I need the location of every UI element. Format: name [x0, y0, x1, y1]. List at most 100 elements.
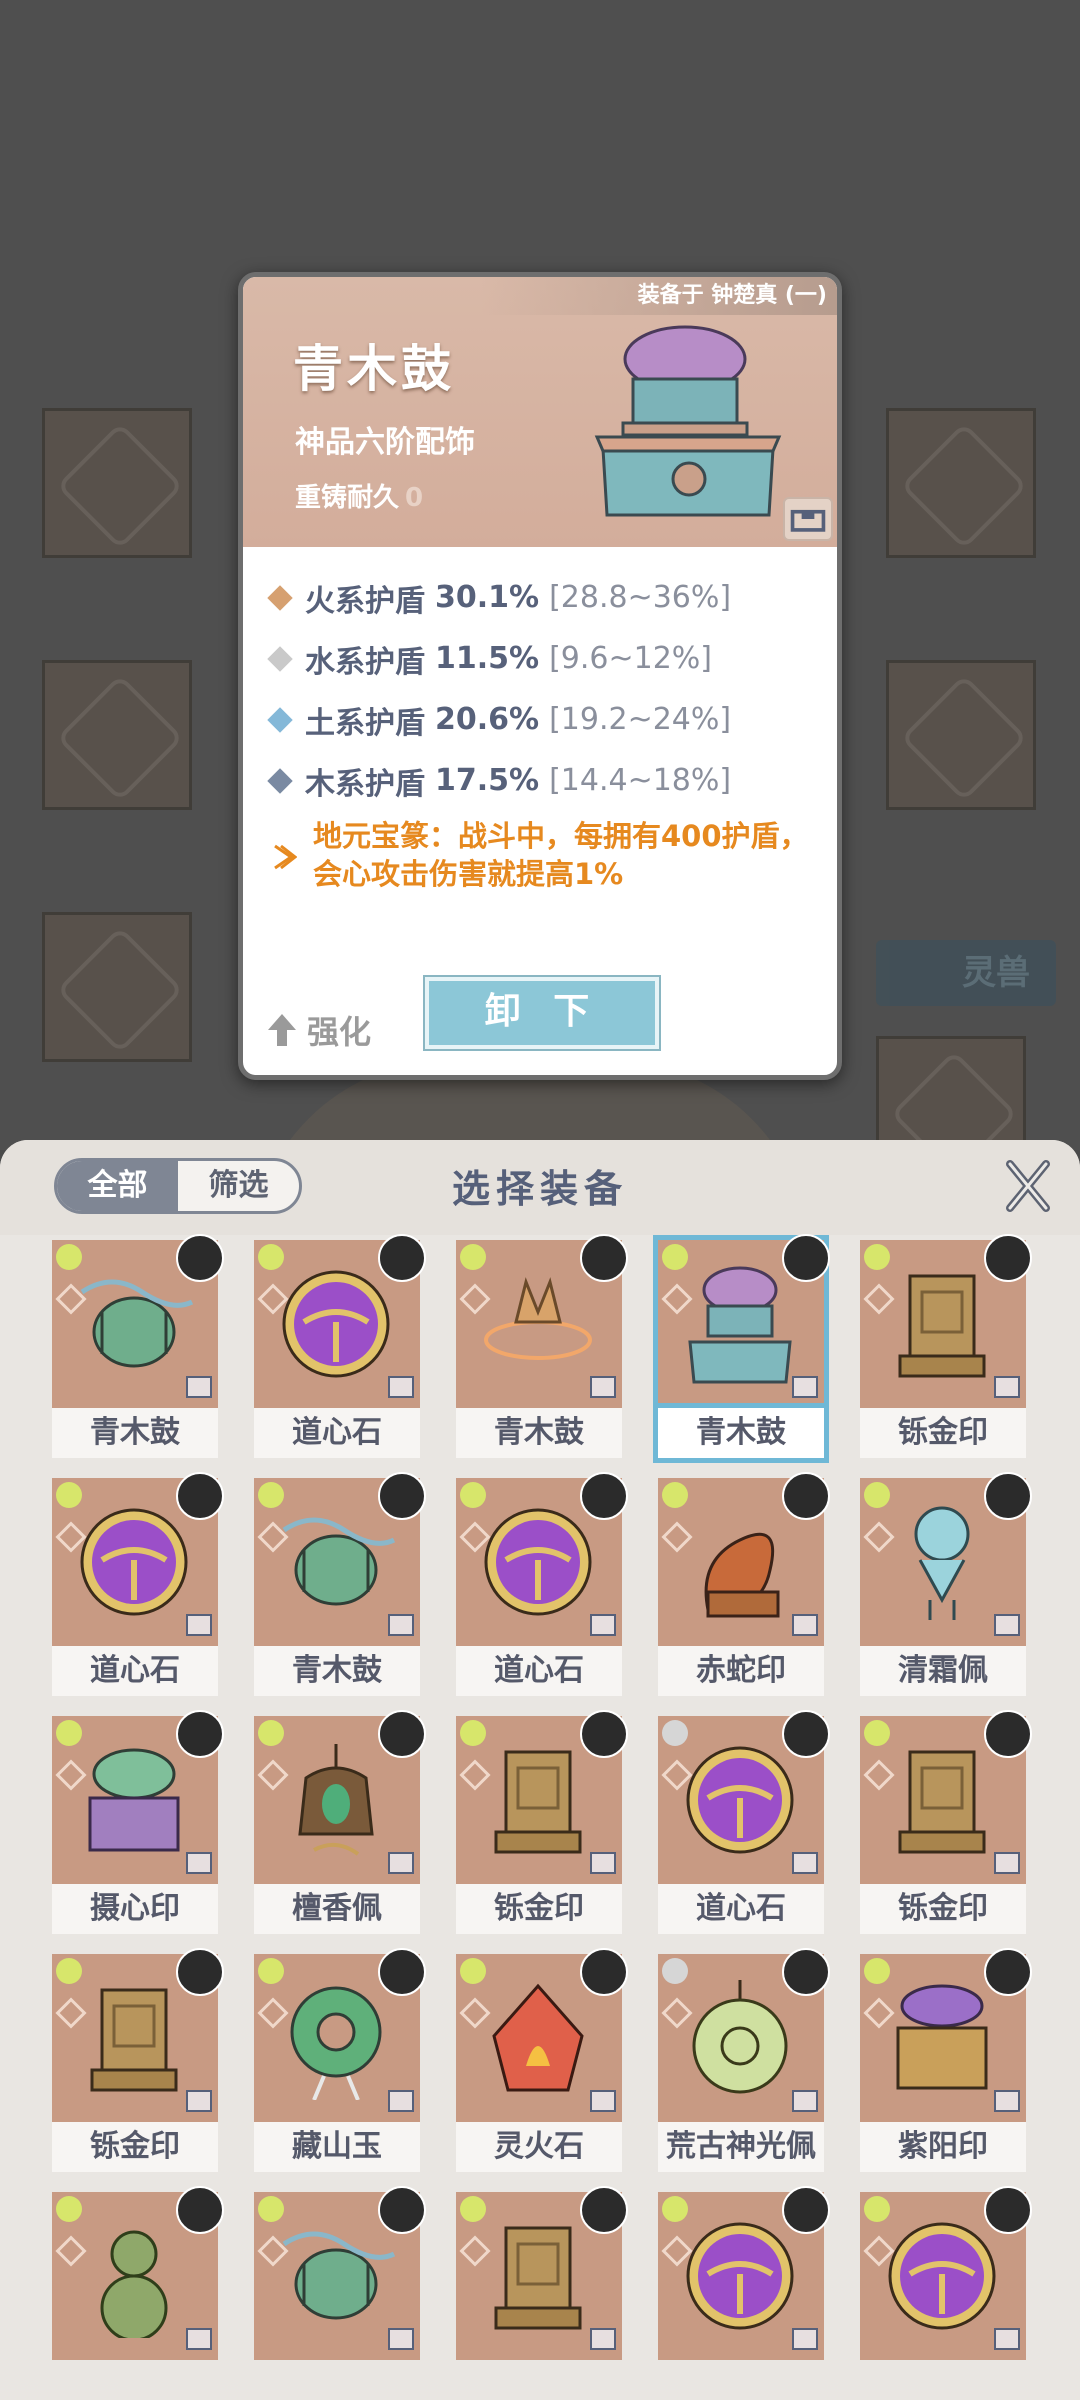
- equipment-slot[interactable]: [860, 2186, 1032, 2360]
- storage-icon: [388, 1614, 414, 1636]
- storage-icon: [792, 1852, 818, 1874]
- bg-equipment-slot: [42, 660, 192, 810]
- equipment-slot[interactable]: 清霜佩: [860, 1472, 1032, 1696]
- storage-icon: [590, 2328, 616, 2350]
- equipment-slot[interactable]: 铄金印: [860, 1710, 1032, 1934]
- equipment-slot[interactable]: 道心石: [658, 1710, 830, 1934]
- orb-icon: [686, 2222, 794, 2330]
- owner-avatar: [580, 1234, 628, 1282]
- equipment-slot[interactable]: 摄心印: [52, 1710, 224, 1934]
- close-icon[interactable]: [1004, 1158, 1052, 1214]
- owner-avatar: [378, 1948, 426, 1996]
- unequip-button[interactable]: 卸 下: [425, 977, 659, 1049]
- owner-avatar: [782, 2186, 830, 2234]
- equipment-grid: 青木鼓 道心石 青木鼓 青木鼓 铄金印 道心石 青木鼓 道心石 赤蛇印 清霜佩 摄心印 檀香佩 铄金印道…: [52, 1234, 1032, 2360]
- orb-icon: [80, 1508, 188, 1616]
- owner-avatar: [580, 1472, 628, 1520]
- equipment-label: 檀香佩: [254, 1884, 420, 1934]
- equipment-slot[interactable]: 铄金印: [52, 1948, 224, 2172]
- stat-range: [28.8~36%]: [549, 580, 732, 615]
- equipment-slot[interactable]: 铄金印: [860, 1234, 1032, 1458]
- stat-row-earth: 土系护盾 20.6% [19.2~24%]: [265, 689, 825, 750]
- equipment-label: 铄金印: [456, 1884, 622, 1934]
- arrow-up-icon: [268, 1014, 296, 1046]
- flame-icon: [484, 1277, 592, 1360]
- equipment-slot[interactable]: 赤蛇印: [658, 1472, 830, 1696]
- equipment-slot[interactable]: 青木鼓: [52, 1234, 224, 1458]
- owner-avatar: [378, 2186, 426, 2234]
- equipment-slot[interactable]: [658, 2186, 830, 2360]
- storage-icon[interactable]: [783, 497, 833, 541]
- equipment-slot[interactable]: 灵火石: [456, 1948, 628, 2172]
- stat-row-water: 水系护盾 11.5% [9.6~12%]: [265, 628, 825, 689]
- owner-avatar: [984, 1948, 1032, 1996]
- owner-avatar: [984, 1472, 1032, 1520]
- equipment-slot[interactable]: [52, 2186, 224, 2360]
- equipment-label: 荒古神光佩: [658, 2122, 824, 2172]
- owner-avatar: [984, 1234, 1032, 1282]
- equipment-slot[interactable]: [456, 2186, 628, 2360]
- stat-value: 20.6%: [435, 702, 540, 737]
- owner-avatar: [176, 2186, 224, 2234]
- storage-icon: [792, 1376, 818, 1398]
- equipment-slot[interactable]: 青木鼓: [658, 1234, 830, 1458]
- bg-equipment-slot: [886, 660, 1036, 810]
- storage-icon: [388, 2328, 414, 2350]
- equipment-slot[interactable]: 道心石: [52, 1472, 224, 1696]
- stat-name: 火系护盾: [305, 583, 425, 619]
- storage-icon: [792, 1614, 818, 1636]
- seal-icon: [898, 1274, 986, 1378]
- equipment-label: 道心石: [456, 1646, 622, 1696]
- equipment-slot[interactable]: 藏山玉: [254, 1948, 426, 2172]
- enhance-button[interactable]: 强化: [267, 1007, 371, 1053]
- drum-icon: [282, 2231, 396, 2320]
- drum-icon: [282, 1517, 396, 1606]
- bg-equipment-slot: [42, 912, 192, 1062]
- bg-equipment-slot: [876, 1036, 1026, 1150]
- equipped-bar: 装备于 钟楚真 (一): [243, 277, 837, 315]
- storage-icon: [590, 1376, 616, 1398]
- censer-icon: [594, 325, 782, 517]
- enhance-label: 强化: [307, 1013, 372, 1051]
- stat-name: 水系护盾: [305, 644, 425, 680]
- panel-title: 选择装备: [451, 1167, 628, 1211]
- seal-icon: [494, 2226, 582, 2330]
- stat-row-fire: 火系护盾 30.1% [28.8~36%]: [265, 567, 825, 628]
- durability-value: 0: [405, 483, 424, 513]
- equipment-label: 紫阳印: [860, 2122, 1026, 2172]
- storage-icon: [186, 1614, 212, 1636]
- checkmark-icon: [785, 1418, 819, 1449]
- equipment-slot[interactable]: 道心石: [254, 1234, 426, 1458]
- stat-range: [19.2~24%]: [549, 702, 732, 737]
- owner-avatar: [580, 1948, 628, 1996]
- bell-icon: [298, 1744, 374, 1856]
- equipment-slot[interactable]: [254, 2186, 426, 2360]
- storage-icon: [994, 1376, 1020, 1398]
- owner-avatar: [378, 1234, 426, 1282]
- storage-icon: [186, 2328, 212, 2350]
- equipment-slot[interactable]: 青木鼓: [254, 1472, 426, 1696]
- storage-icon: [186, 1376, 212, 1398]
- orb-icon: [282, 1270, 390, 1378]
- panel-header: 全部 筛选 选择装备: [0, 1140, 1080, 1235]
- storage-icon: [186, 1852, 212, 1874]
- stat-range: [14.4~18%]: [549, 763, 732, 798]
- jade-ring-icon: [290, 1986, 382, 2100]
- jade-box-icon: [88, 1748, 180, 1852]
- equipment-slot[interactable]: 青木鼓: [456, 1234, 628, 1458]
- equipment-slot[interactable]: 荒古神光佩: [658, 1948, 830, 2172]
- purple-box-icon: [896, 1984, 988, 2090]
- owner-avatar: [378, 1710, 426, 1758]
- water-element-icon: [267, 645, 293, 672]
- equipment-slot[interactable]: 紫阳印: [860, 1948, 1032, 2172]
- storage-icon: [792, 2090, 818, 2112]
- equipment-label: 藏山玉: [254, 2122, 420, 2172]
- snake-icon: [704, 1532, 780, 1618]
- equipment-slot[interactable]: 檀香佩: [254, 1710, 426, 1934]
- storage-icon: [590, 1614, 616, 1636]
- stat-list: 火系护盾 30.1% [28.8~36%] 水系护盾 11.5% [9.6~12…: [265, 567, 825, 893]
- equipment-label: 道心石: [254, 1408, 420, 1458]
- equipment-slot[interactable]: 道心石: [456, 1472, 628, 1696]
- equipment-label: 铄金印: [52, 2122, 218, 2172]
- equipment-slot[interactable]: 铄金印: [456, 1710, 628, 1934]
